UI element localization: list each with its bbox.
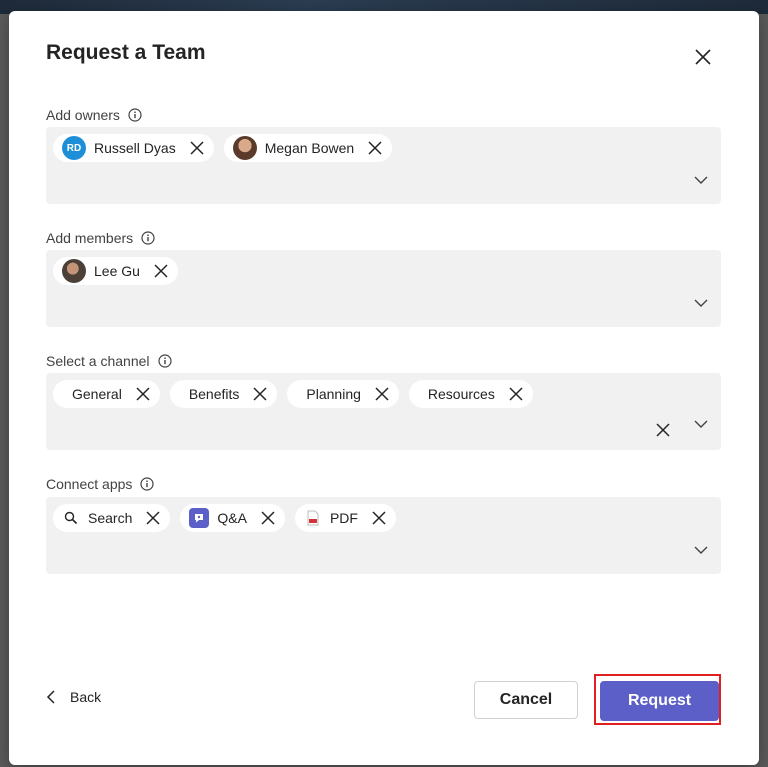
close-icon xyxy=(509,387,523,401)
info-icon[interactable] xyxy=(141,231,155,245)
channel-chip: Resources xyxy=(408,380,533,408)
app-chip: Q&A xyxy=(180,504,285,532)
member-chip: Lee Gu xyxy=(53,257,178,285)
remove-chip-button[interactable] xyxy=(370,509,388,527)
close-icon xyxy=(136,387,150,401)
close-icon xyxy=(190,141,204,155)
remove-chip-button[interactable] xyxy=(251,385,269,403)
chip-label: General xyxy=(72,386,122,402)
close-icon xyxy=(261,511,275,525)
remove-chip-button[interactable] xyxy=(259,509,277,527)
info-icon[interactable] xyxy=(157,354,172,368)
chip-label: Lee Gu xyxy=(94,263,140,279)
remove-chip-button[interactable] xyxy=(507,385,525,403)
chip-label: Search xyxy=(88,510,133,526)
remove-chip-button[interactable] xyxy=(144,509,162,527)
channel-label-row: Select a channel xyxy=(46,353,172,369)
qa-app-icon xyxy=(189,508,210,528)
back-button[interactable]: Back xyxy=(46,689,101,705)
avatar xyxy=(232,136,257,160)
info-icon[interactable] xyxy=(128,108,142,122)
request-team-dialog: Request a Team Add owners RD Russell Dya… xyxy=(9,11,759,765)
remove-chip-button[interactable] xyxy=(373,385,391,403)
chip-label: Benefits xyxy=(188,386,240,402)
owner-chip: Megan Bowen xyxy=(223,134,393,162)
channel-chip: Benefits xyxy=(169,380,278,408)
chip-label: Planning xyxy=(306,386,361,402)
chevron-down-icon[interactable] xyxy=(693,295,709,311)
chip-label: Resources xyxy=(427,386,495,402)
pdf-icon xyxy=(304,509,322,527)
close-icon xyxy=(253,387,267,401)
close-icon xyxy=(695,49,711,65)
owners-field[interactable]: RD Russell Dyas Megan Bowen xyxy=(46,127,721,204)
channel-field[interactable]: General Benefits Planning Resources xyxy=(46,373,721,450)
members-field[interactable]: Lee Gu xyxy=(46,250,721,327)
back-label: Back xyxy=(70,689,102,705)
close-icon xyxy=(368,141,382,155)
request-button[interactable]: Request xyxy=(600,681,719,721)
search-icon xyxy=(62,509,80,527)
owners-label: Add owners xyxy=(46,107,120,123)
close-icon xyxy=(146,511,160,525)
owners-label-row: Add owners xyxy=(46,107,142,123)
owner-chip: RD Russell Dyas xyxy=(53,134,214,162)
cancel-button[interactable]: Cancel xyxy=(474,681,578,719)
app-chip: Search xyxy=(53,504,171,532)
avatar: RD xyxy=(62,136,86,160)
avatar xyxy=(62,259,86,283)
apps-field[interactable]: Search Q&A PDF xyxy=(46,497,721,574)
chevron-down-icon[interactable] xyxy=(693,416,709,432)
channel-chip: General xyxy=(53,380,160,408)
apps-label-row: Connect apps xyxy=(46,476,155,492)
chip-label: Q&A xyxy=(217,510,247,526)
close-button[interactable] xyxy=(691,45,715,69)
chip-label: Russell Dyas xyxy=(94,140,176,156)
clear-all-icon[interactable] xyxy=(655,422,671,438)
chevron-down-icon[interactable] xyxy=(693,542,709,558)
chevron-down-icon[interactable] xyxy=(693,172,709,188)
remove-chip-button[interactable] xyxy=(366,139,384,157)
close-icon xyxy=(154,264,168,278)
apps-label: Connect apps xyxy=(46,476,133,492)
close-icon xyxy=(375,387,389,401)
info-icon[interactable] xyxy=(140,477,155,491)
members-label-row: Add members xyxy=(46,230,155,246)
dialog-title: Request a Team xyxy=(46,41,206,64)
remove-chip-button[interactable] xyxy=(188,139,206,157)
chip-label: PDF xyxy=(329,510,358,526)
chip-label: Megan Bowen xyxy=(264,140,355,156)
close-icon xyxy=(372,511,386,525)
channel-label: Select a channel xyxy=(46,353,150,369)
remove-chip-button[interactable] xyxy=(152,262,170,280)
channel-chip: Planning xyxy=(287,380,399,408)
chevron-left-icon xyxy=(46,690,55,704)
remove-chip-button[interactable] xyxy=(134,385,152,403)
app-chip: PDF xyxy=(294,504,396,532)
members-label: Add members xyxy=(46,230,134,246)
